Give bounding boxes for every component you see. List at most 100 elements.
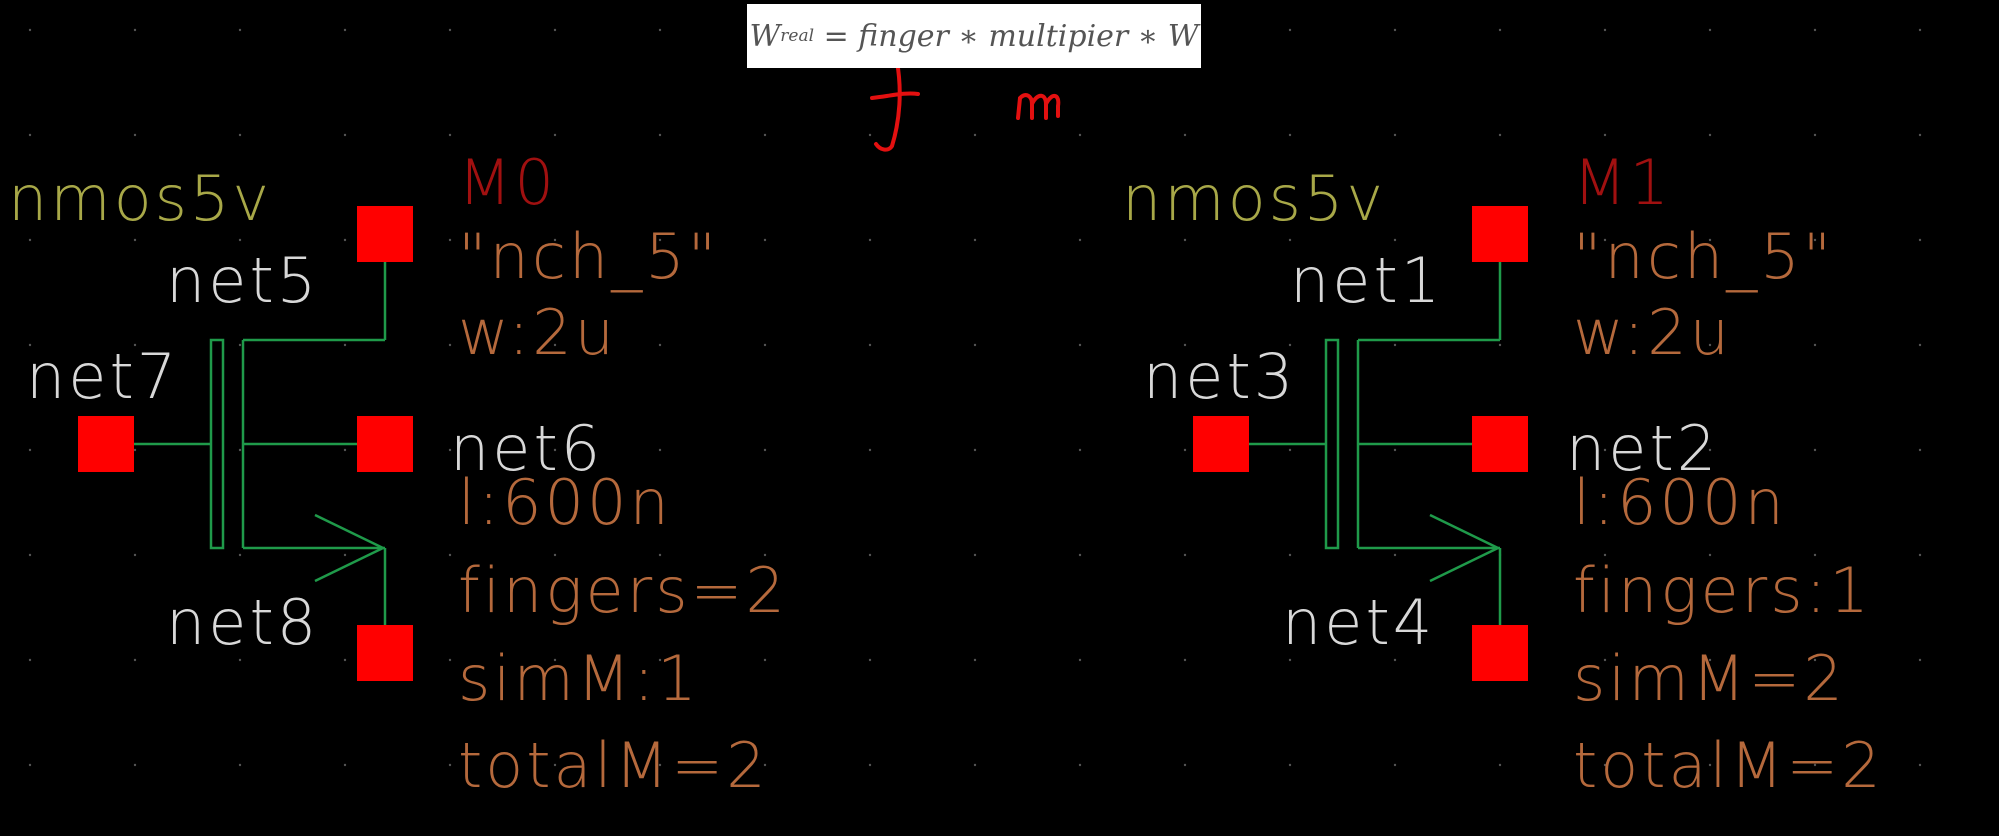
grid-dot [238,448,242,452]
handwritten-f-mark [870,60,920,152]
grid-dot [868,658,872,662]
grid-dot [448,133,452,137]
grid-dot [1288,448,1292,452]
pin-gate-m1 [1193,416,1249,472]
grid-dot [553,133,557,137]
grid-dot [1183,448,1187,452]
grid-dot [343,658,347,662]
grid-dot [973,763,977,767]
grid-dot [238,343,242,347]
grid-dot [1183,658,1187,662]
grid-dot [238,553,242,557]
grid-dot [133,238,137,242]
grid-dot [1708,28,1712,32]
grid-dot [1183,763,1187,767]
grid-dot [973,553,977,557]
device-type-label-m1: nmos5v [1122,162,1387,235]
grid-dot [973,133,977,137]
grid-dot [973,343,977,347]
net-label-source-m0: net8 [166,586,320,659]
grid-dot [1288,553,1292,557]
net-label-drain-m1: net1 [1290,244,1444,317]
grid-dot [448,763,452,767]
grid-dot [133,133,137,137]
grid-dot [1288,658,1292,662]
grid-dot [1078,238,1082,242]
grid-dot [448,28,452,32]
grid-dot [1393,448,1397,452]
net-label-bulk-m0: net6 [450,412,604,485]
model-name-m0: "nch_5" [458,220,720,293]
grid-dot [1918,238,1922,242]
width-param-m0: w:2u [458,296,617,369]
grid-dot [763,658,767,662]
grid-dot [343,763,347,767]
device-type-label-m0: nmos5v [8,162,273,235]
grid-dot [658,448,662,452]
pin-bulk-m0 [357,416,413,472]
grid-dot [658,343,662,347]
grid-dot [448,238,452,242]
grid-dot [448,343,452,347]
grid-dot [763,448,767,452]
net-label-gate-m1: net3 [1143,340,1297,413]
grid-dot [1918,28,1922,32]
grid-dot [28,763,32,767]
grid-dot [238,133,242,137]
grid-dot [1183,238,1187,242]
net-label-drain-m0: net5 [166,244,320,317]
pin-source-m0 [357,625,413,681]
grid-dot [1813,133,1817,137]
width-param-m1: w:2u [1573,296,1732,369]
pin-bulk-m1 [1472,416,1528,472]
formula-lhs: W [749,18,781,54]
grid-dot [1603,28,1607,32]
handwritten-m-mark [1016,93,1061,120]
grid-dot [553,28,557,32]
grid-dot [343,553,347,557]
grid-dot [1393,343,1397,347]
grid-dot [238,658,242,662]
grid-dot [868,238,872,242]
grid-dot [28,133,32,137]
grid-dot [1393,28,1397,32]
instance-name-m1[interactable]: M1 [1573,152,1672,214]
grid-dot [28,553,32,557]
grid-dot [1813,28,1817,32]
instance-name-m0[interactable]: M0 [458,152,557,214]
grid-dot [133,553,137,557]
pin-drain-m0 [357,206,413,262]
grid-dot [1393,133,1397,137]
grid-dot [763,238,767,242]
grid-dot [343,343,347,347]
formula-lhs-subscript: real [780,26,815,46]
pin-drain-m1 [1472,206,1528,262]
grid-dot [973,658,977,662]
grid-dot [1288,238,1292,242]
grid-dot [1288,763,1292,767]
model-name-m1: "nch_5" [1573,220,1835,293]
fingers-param-m0: fingers=2 [458,554,788,627]
fingers-param-m1: fingers:1 [1573,554,1872,627]
grid-dot [1918,133,1922,137]
net-label-bulk-m1: net2 [1566,412,1720,485]
grid-dot [1288,133,1292,137]
formula-box: Wreal = finger ∗ multipier ∗ W [747,4,1201,68]
grid-dot [1708,133,1712,137]
grid-dot [1498,133,1502,137]
grid-dot [763,343,767,347]
grid-dot [658,28,662,32]
grid-dot [448,553,452,557]
grid-dot [1078,343,1082,347]
simm-param-m1: simM=2 [1573,642,1846,715]
grid-dot [868,133,872,137]
grid-dot [1393,658,1397,662]
grid-dot [868,553,872,557]
simm-param-m0: simM:1 [458,642,700,715]
grid-dot [1498,763,1502,767]
grid-dot [28,658,32,662]
grid-dot [1183,133,1187,137]
grid-dot [1918,553,1922,557]
grid-dot [868,763,872,767]
grid-dot [448,658,452,662]
